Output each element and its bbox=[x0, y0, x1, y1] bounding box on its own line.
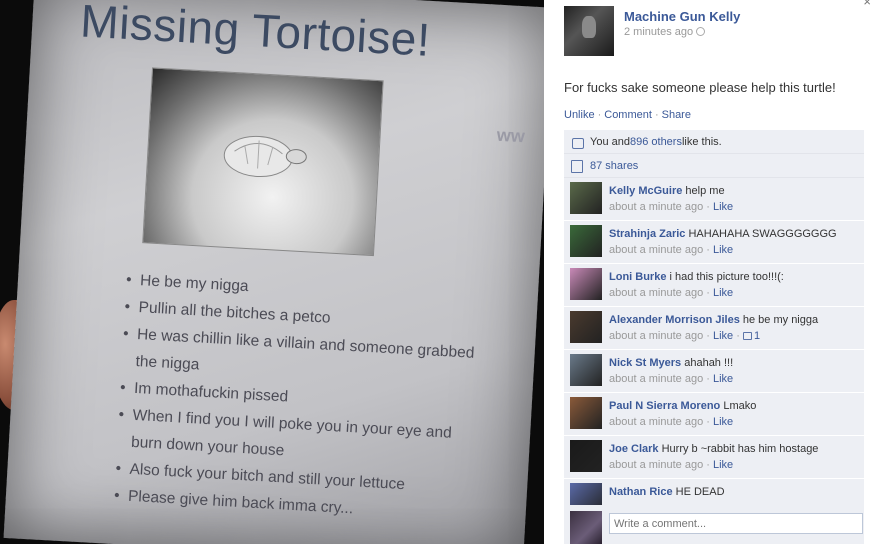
feedback-area: You and 896 others like this. 87 shares … bbox=[564, 130, 864, 522]
commenter-name[interactable]: Loni Burke bbox=[609, 271, 666, 283]
comment-meta: about a minute ago · Like bbox=[609, 373, 734, 385]
likes-row: You and 896 others like this. bbox=[564, 130, 864, 154]
likes-suffix: like this. bbox=[681, 135, 722, 148]
comment-meta: about a minute ago · Like bbox=[609, 201, 734, 213]
action-separator: · bbox=[597, 109, 602, 121]
comment-meta: about a minute ago · Like bbox=[609, 287, 734, 299]
commenter-avatar[interactable] bbox=[570, 440, 602, 472]
post-photo[interactable]: Missing Tortoise! ww He be my nigga Pull… bbox=[0, 0, 544, 544]
comment-time[interactable]: about a minute ago bbox=[609, 373, 703, 385]
poster-name[interactable]: Machine Gun Kelly bbox=[624, 9, 740, 24]
comment-time[interactable]: about a minute ago bbox=[609, 244, 703, 256]
comment-meta: about a minute ago · Like · 1 bbox=[609, 330, 761, 342]
comment-item: Paul N Sierra Moreno Lmako about a minute… bbox=[564, 393, 864, 436]
comment-time[interactable]: about a minute ago bbox=[609, 459, 703, 471]
commenter-name[interactable]: Nick St Myers bbox=[609, 357, 681, 369]
comment-time[interactable]: about a minute ago bbox=[609, 416, 703, 428]
comment-composer bbox=[564, 505, 864, 544]
comment-meta: about a minute ago · Like bbox=[609, 459, 734, 471]
comment-link[interactable]: Comment bbox=[604, 109, 652, 121]
shares-row[interactable]: 87 shares bbox=[564, 154, 864, 178]
commenter-avatar[interactable] bbox=[570, 182, 602, 214]
flyer: Missing Tortoise! ww He be my nigga Pull… bbox=[3, 0, 544, 544]
poster-avatar[interactable] bbox=[564, 6, 614, 56]
likes-prefix: You and bbox=[590, 135, 630, 148]
comment-body: Nick St Myers ahahah !!! about a minute a… bbox=[609, 355, 859, 387]
post-text: For fucks sake someone please help this … bbox=[564, 80, 836, 95]
comment-body: Loni Burke i had this picture too!!!(: ab… bbox=[609, 269, 859, 301]
comment-like-link[interactable]: Like bbox=[713, 244, 733, 256]
action-separator: · bbox=[654, 109, 659, 121]
comment-text: ahahah !!! bbox=[684, 357, 734, 369]
commenter-avatar[interactable] bbox=[570, 397, 602, 429]
comment-text: he be my nigga bbox=[742, 314, 819, 326]
commenter-name[interactable]: Joe Clark bbox=[609, 443, 659, 455]
comment-time[interactable]: about a minute ago bbox=[609, 330, 703, 342]
comment-body: Kelly McGuire help me about a minute ago … bbox=[609, 183, 859, 215]
comment-body: Nathan Rice HE DEAD bbox=[609, 484, 859, 500]
shares-link[interactable]: 87 shares bbox=[590, 160, 638, 172]
post-panel: × Machine Gun Kelly 2 minutes ago For fu… bbox=[544, 0, 875, 544]
comment-item: Nick St Myers ahahah !!! about a minute a… bbox=[564, 350, 864, 393]
comment-text: HAHAHAHA SWAGGGGGGG bbox=[688, 228, 837, 240]
commenter-avatar[interactable] bbox=[570, 354, 602, 386]
commenter-name[interactable]: Paul N Sierra Moreno bbox=[609, 400, 720, 412]
post-time-text[interactable]: 2 minutes ago bbox=[624, 26, 693, 38]
commenter-avatar[interactable] bbox=[570, 225, 602, 257]
comment-like-link[interactable]: Like bbox=[713, 373, 733, 385]
comment-like-count-value[interactable]: 1 bbox=[754, 330, 760, 342]
comment-text: HE DEAD bbox=[675, 486, 725, 498]
comment-body: Joe Clark Hurry b ~rabbit has him hostag… bbox=[609, 441, 859, 473]
comment-like-count[interactable]: 1 bbox=[742, 330, 760, 342]
post-actions: Unlike · Comment · Share bbox=[564, 109, 691, 121]
comment-text: Lmako bbox=[723, 400, 757, 412]
comment-like-link[interactable]: Like bbox=[713, 287, 733, 299]
comment-item: Alexander Morrison Jiles he be my nigga a… bbox=[564, 307, 864, 350]
comment-text: i had this picture too!!!(: bbox=[669, 271, 784, 283]
comment-meta: about a minute ago · Like bbox=[609, 244, 734, 256]
comment-item: Joe Clark Hurry b ~rabbit has him hostag… bbox=[564, 436, 864, 479]
comment-meta: about a minute ago · Like bbox=[609, 416, 734, 428]
comment-like-link[interactable]: Like bbox=[713, 330, 733, 342]
comment-like-link[interactable]: Like bbox=[713, 416, 733, 428]
comment-body: Strahinja Zaric HAHAHAHA SWAGGGGGGG about… bbox=[609, 226, 859, 258]
close-icon[interactable]: × bbox=[863, 0, 871, 9]
commenter-name[interactable]: Kelly McGuire bbox=[609, 185, 682, 197]
flyer-bullets: He be my nigga Pullin all the bitches a … bbox=[113, 266, 486, 529]
comment-text: help me bbox=[685, 185, 725, 197]
globe-icon bbox=[696, 27, 706, 36]
comment-body: Paul N Sierra Moreno Lmako about a minute… bbox=[609, 398, 859, 430]
flyer-picture bbox=[142, 67, 384, 257]
commenter-avatar[interactable] bbox=[570, 311, 602, 343]
comment-time[interactable]: about a minute ago bbox=[609, 287, 703, 299]
comment-text: Hurry b ~rabbit has him hostage bbox=[661, 443, 819, 455]
commenter-avatar[interactable] bbox=[570, 268, 602, 300]
post-timestamp[interactable]: 2 minutes ago bbox=[624, 26, 706, 38]
comment-list: Kelly McGuire help me about a minute ago … bbox=[564, 178, 864, 522]
commenter-name[interactable]: Strahinja Zaric bbox=[609, 228, 685, 240]
comment-like-link[interactable]: Like bbox=[713, 201, 733, 213]
comment-like-link[interactable]: Like bbox=[713, 459, 733, 471]
comment-item: Loni Burke i had this picture too!!!(: ab… bbox=[564, 264, 864, 307]
flyer-watermark: ww bbox=[496, 124, 526, 147]
comment-body: Alexander Morrison Jiles he be my nigga a… bbox=[609, 312, 859, 344]
tortoise-icon bbox=[223, 135, 307, 178]
share-icon bbox=[570, 159, 584, 173]
thumbs-up-icon bbox=[742, 332, 752, 340]
commenter-name[interactable]: Alexander Morrison Jiles bbox=[609, 314, 740, 326]
flyer-title: Missing Tortoise! bbox=[79, 0, 432, 66]
comment-input[interactable] bbox=[609, 513, 863, 534]
comment-item: Kelly McGuire help me about a minute ago … bbox=[564, 178, 864, 221]
share-link[interactable]: Share bbox=[662, 109, 691, 121]
viewer-avatar bbox=[570, 511, 602, 544]
likes-others-link[interactable]: 896 others bbox=[630, 136, 682, 148]
comment-item: Strahinja Zaric HAHAHAHA SWAGGGGGGG about… bbox=[564, 221, 864, 264]
thumbs-up-icon bbox=[570, 135, 584, 149]
comment-time[interactable]: about a minute ago bbox=[609, 201, 703, 213]
unlike-link[interactable]: Unlike bbox=[564, 109, 595, 121]
commenter-name[interactable]: Nathan Rice bbox=[609, 486, 673, 498]
